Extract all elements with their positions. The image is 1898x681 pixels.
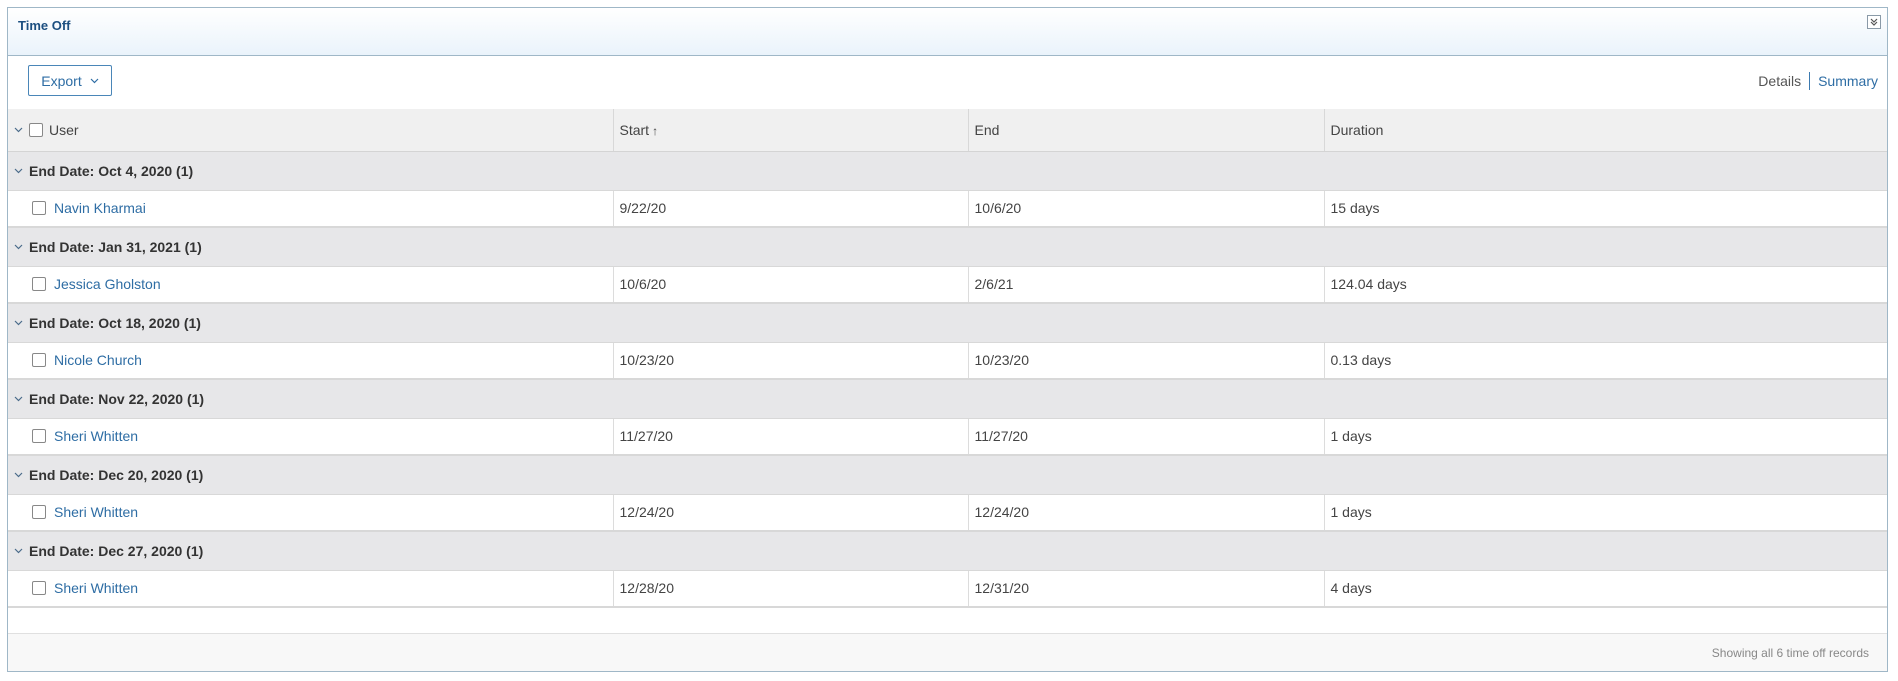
collapse-icon[interactable] bbox=[1867, 15, 1881, 29]
row-checkbox[interactable] bbox=[32, 277, 46, 292]
record-count: Showing all 6 time off records bbox=[1711, 646, 1869, 660]
toolbar: Export Details Summary bbox=[8, 56, 1887, 109]
user-link[interactable]: Nicole Church bbox=[54, 352, 142, 368]
table-footer: Showing all 6 time off records bbox=[8, 633, 1887, 671]
group-label: End Date: Jan 31, 2021 (1) bbox=[29, 238, 202, 255]
start-cell: 11/27/20 bbox=[613, 418, 969, 456]
column-header-duration[interactable]: Duration bbox=[1324, 109, 1887, 152]
export-button[interactable]: Export bbox=[28, 65, 112, 96]
group-label: End Date: Oct 18, 2020 (1) bbox=[29, 314, 201, 331]
group-cell: End Date: Dec 20, 2020 (1) bbox=[8, 455, 1887, 495]
details-link[interactable]: Details bbox=[1758, 73, 1801, 89]
chevron-down-icon[interactable] bbox=[14, 548, 23, 554]
end-cell: 2/6/21 bbox=[968, 266, 1325, 304]
end-cell: 10/23/20 bbox=[968, 342, 1325, 380]
start-cell: 10/6/20 bbox=[613, 266, 969, 304]
row-checkbox[interactable] bbox=[32, 353, 46, 368]
duration-cell: 4 days bbox=[1324, 570, 1887, 608]
view-divider bbox=[1809, 72, 1811, 90]
column-label-user: User bbox=[49, 121, 79, 138]
chevron-down-icon bbox=[90, 78, 99, 83]
time-off-table: User Start ↑ End Duration End Date: Oct 4… bbox=[8, 109, 1887, 608]
user-link[interactable]: Jessica Gholston bbox=[54, 276, 161, 292]
column-header-user[interactable]: User bbox=[8, 109, 614, 152]
row-checkbox[interactable] bbox=[32, 201, 46, 216]
user-link[interactable]: Navin Kharmai bbox=[54, 200, 146, 216]
start-cell: 12/24/20 bbox=[613, 494, 969, 532]
duration-cell: 0.13 days bbox=[1324, 342, 1887, 380]
sort-ascending-icon: ↑ bbox=[652, 123, 659, 138]
duration-cell: 15 days bbox=[1324, 190, 1887, 228]
user-link[interactable]: Sheri Whitten bbox=[54, 428, 138, 444]
panel-header: Time Off bbox=[8, 8, 1887, 56]
table-row: Sheri Whitten 12/28/20 12/31/20 4 days bbox=[8, 570, 1887, 608]
group-cell: End Date: Oct 4, 2020 (1) bbox=[8, 151, 1887, 191]
user-cell: Sheri Whitten bbox=[8, 570, 614, 608]
column-label-end: End bbox=[974, 121, 1000, 138]
user-link[interactable]: Sheri Whitten bbox=[54, 504, 138, 520]
panel-title: Time Off bbox=[18, 18, 71, 33]
chevron-down-icon[interactable] bbox=[14, 244, 23, 250]
chevron-down-icon[interactable] bbox=[14, 320, 23, 326]
group-label: End Date: Dec 27, 2020 (1) bbox=[29, 542, 204, 559]
time-off-panel: Time Off Export Details Summary User Sta… bbox=[7, 7, 1888, 672]
duration-cell: 124.04 days bbox=[1324, 266, 1887, 304]
chevron-down-icon[interactable] bbox=[14, 472, 23, 478]
row-checkbox[interactable] bbox=[32, 505, 46, 520]
start-cell: 10/23/20 bbox=[613, 342, 969, 380]
select-all-checkbox[interactable] bbox=[29, 122, 43, 137]
user-cell: Jessica Gholston bbox=[8, 266, 614, 304]
duration-cell: 1 days bbox=[1324, 494, 1887, 532]
user-cell: Navin Kharmai bbox=[8, 190, 614, 228]
table-header-row: User Start ↑ End Duration bbox=[8, 109, 1887, 152]
table-row: Jessica Gholston 10/6/20 2/6/21 124.04 days bbox=[8, 266, 1887, 304]
group-row[interactable]: End Date: Nov 22, 2020 (1) bbox=[8, 379, 1887, 419]
group-cell: End Date: Dec 27, 2020 (1) bbox=[8, 531, 1887, 571]
user-cell: Sheri Whitten bbox=[8, 418, 614, 456]
end-cell: 12/31/20 bbox=[968, 570, 1325, 608]
table-row: Sheri Whitten 11/27/20 11/27/20 1 days bbox=[8, 418, 1887, 456]
group-row[interactable]: End Date: Oct 18, 2020 (1) bbox=[8, 303, 1887, 343]
group-label: End Date: Nov 22, 2020 (1) bbox=[29, 390, 205, 407]
group-cell: End Date: Nov 22, 2020 (1) bbox=[8, 379, 1887, 419]
column-label-duration: Duration bbox=[1330, 121, 1384, 138]
start-cell: 9/22/20 bbox=[613, 190, 969, 228]
column-label-start: Start bbox=[619, 121, 650, 138]
end-cell: 11/27/20 bbox=[968, 418, 1325, 456]
table-row: Nicole Church 10/23/20 10/23/20 0.13 days bbox=[8, 342, 1887, 380]
table-row: Navin Kharmai 9/22/20 10/6/20 15 days bbox=[8, 190, 1887, 228]
chevron-down-icon[interactable] bbox=[14, 127, 23, 133]
table-row: Sheri Whitten 12/24/20 12/24/20 1 days bbox=[8, 494, 1887, 532]
user-link[interactable]: Sheri Whitten bbox=[54, 580, 138, 596]
chevron-down-icon[interactable] bbox=[14, 396, 23, 402]
view-switcher: Details Summary bbox=[1758, 72, 1878, 90]
group-row[interactable]: End Date: Jan 31, 2021 (1) bbox=[8, 227, 1887, 267]
group-cell: End Date: Jan 31, 2021 (1) bbox=[8, 227, 1887, 267]
group-cell: End Date: Oct 18, 2020 (1) bbox=[8, 303, 1887, 343]
column-header-start[interactable]: Start ↑ bbox=[613, 109, 969, 152]
end-cell: 12/24/20 bbox=[968, 494, 1325, 532]
group-row[interactable]: End Date: Oct 4, 2020 (1) bbox=[8, 151, 1887, 191]
duration-cell: 1 days bbox=[1324, 418, 1887, 456]
user-cell: Nicole Church bbox=[8, 342, 614, 380]
row-checkbox[interactable] bbox=[32, 429, 46, 444]
chevron-down-icon[interactable] bbox=[14, 168, 23, 174]
row-checkbox[interactable] bbox=[32, 581, 46, 596]
column-header-end[interactable]: End bbox=[968, 109, 1325, 152]
group-label: End Date: Dec 20, 2020 (1) bbox=[29, 466, 204, 483]
start-cell: 12/28/20 bbox=[613, 570, 969, 608]
export-button-label: Export bbox=[41, 72, 82, 89]
summary-link[interactable]: Summary bbox=[1818, 73, 1878, 89]
group-row[interactable]: End Date: Dec 27, 2020 (1) bbox=[8, 531, 1887, 571]
group-row[interactable]: End Date: Dec 20, 2020 (1) bbox=[8, 455, 1887, 495]
end-cell: 10/6/20 bbox=[968, 190, 1325, 228]
user-cell: Sheri Whitten bbox=[8, 494, 614, 532]
group-label: End Date: Oct 4, 2020 (1) bbox=[29, 162, 194, 179]
